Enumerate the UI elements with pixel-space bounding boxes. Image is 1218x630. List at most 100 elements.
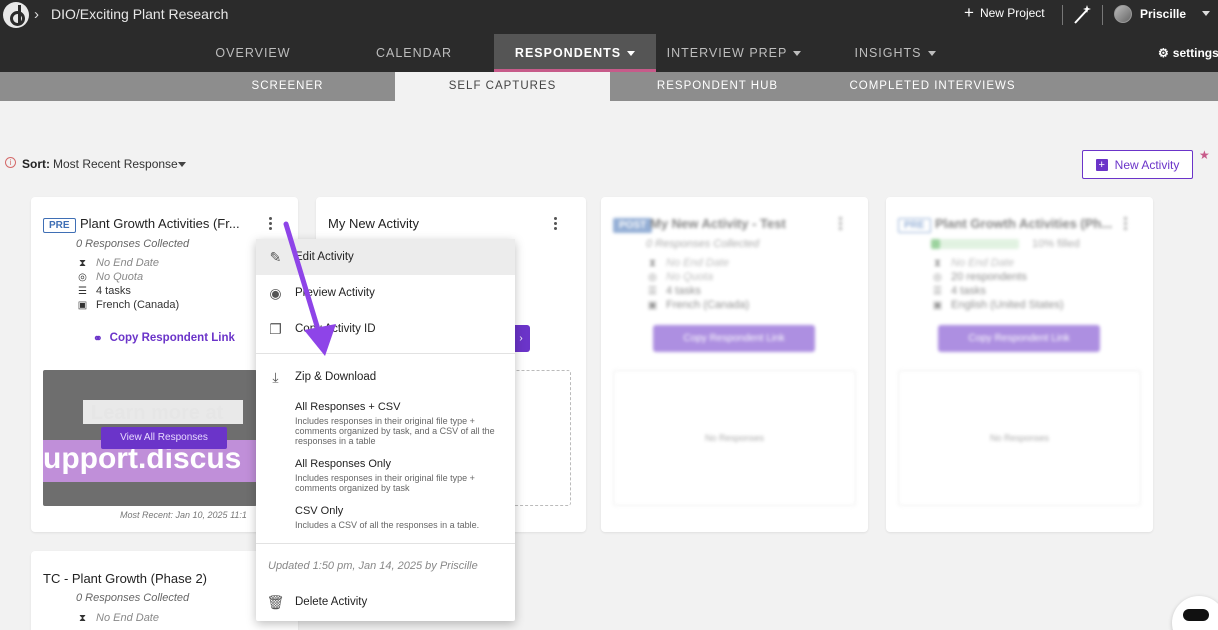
tab-interview-prep[interactable]: INTERVIEW PREP xyxy=(662,34,806,72)
end-date: ⧗ No End Date xyxy=(78,612,159,624)
kebab-menu-icon[interactable] xyxy=(839,217,843,231)
app-logo[interactable] xyxy=(3,2,29,28)
hourglass-icon: ⧗ xyxy=(78,612,87,624)
filled-percent: 10% filled xyxy=(1032,238,1080,250)
response-thumbnail[interactable]: Learn more at upport.discus View All Res… xyxy=(43,370,257,506)
target-icon: ◎ xyxy=(648,271,657,283)
menu-divider xyxy=(256,353,515,354)
language: ▣ French (Canada) xyxy=(647,299,750,311)
new-project-label: New Project xyxy=(979,6,1045,20)
no-responses-label: No Responses xyxy=(704,433,765,443)
tasks: ☰ 4 tasks xyxy=(78,285,131,297)
settings-link[interactable]: ⚙ settings xyxy=(1158,46,1218,60)
menu-item-delete-activity[interactable]: 🗑 Delete Activity xyxy=(256,585,515,619)
status-badge: POST xyxy=(613,215,653,233)
star-icon[interactable]: ★ xyxy=(1199,148,1210,162)
copy-respondent-link[interactable]: ⚭ Copy Respondent Link xyxy=(93,331,235,345)
link-icon: ⚭ xyxy=(93,333,103,345)
fill-progress-bar xyxy=(931,239,1019,249)
menu-item-edit-activity[interactable]: ✎ Edit Activity xyxy=(256,239,515,275)
list-icon: ☰ xyxy=(933,285,942,297)
caret-down-icon xyxy=(927,51,936,57)
tasks: ☰ 4 tasks xyxy=(648,285,701,297)
last-updated: Updated 1:50 pm, Jan 14, 2025 by Priscil… xyxy=(268,560,478,572)
subtab-respondent-hub[interactable]: RESPONDENT HUB xyxy=(610,72,825,101)
top-bar: › DIO/Exciting Plant Research + New Proj… xyxy=(0,0,1218,34)
responses-count: 0 Responses Collected xyxy=(76,592,190,604)
chat-icon: ▣ xyxy=(77,299,88,311)
caret-down-icon xyxy=(793,51,802,57)
copy-respondent-link-button[interactable]: Copy Respondent Link xyxy=(653,325,815,352)
menu-item-preview-activity[interactable]: ◉ Preview Activity xyxy=(256,275,515,311)
menu-item-zip-download[interactable]: ⤓ Zip & Download xyxy=(256,359,515,395)
respondents-count: ◎ 20 respondents xyxy=(933,271,1027,283)
caret-down-icon xyxy=(627,51,636,57)
menu-divider xyxy=(256,543,515,544)
menu-option-csv-only[interactable]: CSV Only Includes a CSV of all the respo… xyxy=(295,505,507,530)
list-icon: ☰ xyxy=(78,285,87,297)
new-activity-button[interactable]: + New Activity xyxy=(1082,150,1193,179)
card-title[interactable]: Plant Growth Activities (Fr... xyxy=(80,216,256,231)
hourglass-icon: ⧗ xyxy=(648,257,657,269)
sort-select[interactable]: Most Recent Response xyxy=(53,157,178,171)
chat-icon: ▣ xyxy=(647,299,658,311)
card-title[interactable]: My New Activity xyxy=(328,216,528,231)
divider xyxy=(1102,5,1103,25)
kebab-menu-icon[interactable] xyxy=(1124,217,1128,231)
copy-respondent-link-button[interactable]: Copy Respondent Link xyxy=(938,325,1100,352)
quota: ◎ No Quota xyxy=(648,271,714,283)
responses-count: 0 Responses Collected xyxy=(76,238,190,250)
target-icon: ◎ xyxy=(933,271,942,283)
subtab-completed-interviews[interactable]: COMPLETED INTERVIEWS xyxy=(825,72,1040,101)
kebab-menu-icon[interactable] xyxy=(269,217,273,231)
menu-option-all-responses-csv[interactable]: All Responses + CSV Includes responses i… xyxy=(295,401,507,446)
divider xyxy=(1062,5,1063,25)
main-nav: OVERVIEW CALENDAR RESPONDENTS INTERVIEW … xyxy=(0,34,1218,72)
progress-fill xyxy=(931,239,940,249)
end-date: ⧗ No End Date xyxy=(78,257,159,269)
sub-nav: SCREENER SELF CAPTURES RESPONDENT HUB CO… xyxy=(0,72,1218,101)
breadcrumb[interactable]: DIO/Exciting Plant Research xyxy=(51,6,228,22)
tab-respondents[interactable]: RESPONDENTS xyxy=(494,34,656,72)
avatar[interactable] xyxy=(1114,5,1132,23)
no-responses-label: No Responses xyxy=(989,433,1050,443)
tab-insights[interactable]: INSIGHTS xyxy=(848,34,942,72)
subtab-screener[interactable]: SCREENER xyxy=(180,72,395,101)
hourglass-icon: ⧗ xyxy=(933,257,942,269)
user-name[interactable]: Priscille xyxy=(1140,7,1186,21)
status-badge: PRE xyxy=(898,215,931,233)
chevron-down-icon[interactable] xyxy=(1202,11,1210,16)
menu-option-all-responses-only[interactable]: All Responses Only Includes responses in… xyxy=(295,458,507,493)
most-recent: Most Recent: Jan 10, 2025 11:1 xyxy=(120,510,247,520)
card-title[interactable]: Plant Growth Activities (Ph... xyxy=(935,216,1115,231)
sort-label: Sort: xyxy=(22,157,50,171)
tasks: ☰ 4 tasks xyxy=(933,285,986,297)
plus-icon: + xyxy=(964,3,974,22)
activity-card: PRE Plant Growth Activities (Ph... 10% f… xyxy=(886,197,1153,532)
tab-overview[interactable]: OVERVIEW xyxy=(194,34,312,72)
chevron-right-icon: › xyxy=(34,6,39,23)
subtab-self-captures[interactable]: SELF CAPTURES xyxy=(395,72,610,101)
end-date: ⧗ No End Date xyxy=(648,257,729,269)
menu-item-copy-activity-id[interactable]: ❐ Copy Activity ID xyxy=(256,311,515,347)
pencil-icon: ✎ xyxy=(269,248,282,265)
new-project-button[interactable]: + New Project xyxy=(964,3,1045,22)
gear-icon: ⚙ xyxy=(1158,46,1169,60)
quota: ◎ No Quota xyxy=(78,271,144,283)
view-all-responses-button[interactable]: View All Responses xyxy=(101,427,227,449)
activity-card: POST My New Activity - Test 0 Responses … xyxy=(601,197,868,532)
copy-icon: ❐ xyxy=(269,320,282,337)
hourglass-icon: ⧗ xyxy=(78,257,87,269)
chat-icon: ▣ xyxy=(932,299,943,311)
magic-wand-icon[interactable] xyxy=(1071,4,1093,26)
info-icon[interactable]: i xyxy=(5,157,16,168)
kebab-menu-icon[interactable] xyxy=(554,217,558,231)
caret-down-icon[interactable] xyxy=(178,162,186,167)
chat-widget-icon[interactable] xyxy=(1172,596,1218,630)
card-title[interactable]: TC - Plant Growth (Phase 2) xyxy=(43,571,283,586)
tab-calendar[interactable]: CALENDAR xyxy=(356,34,472,72)
language: ▣ English (United States) xyxy=(932,299,1064,311)
card-title[interactable]: My New Activity - Test xyxy=(650,216,830,231)
eye-icon: ◉ xyxy=(269,284,282,301)
trash-icon: 🗑 xyxy=(266,593,285,610)
